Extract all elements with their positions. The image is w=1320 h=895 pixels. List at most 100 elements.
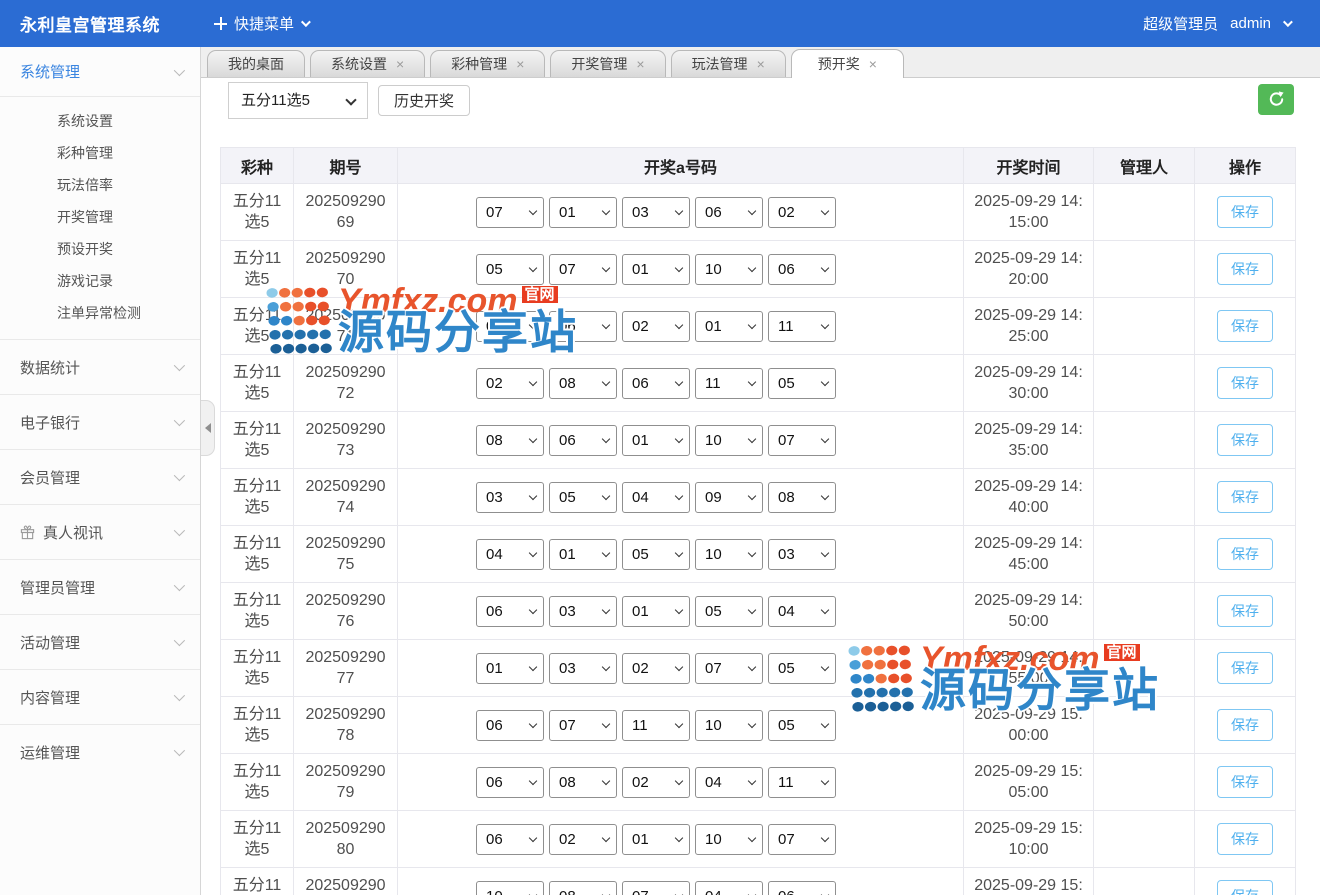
number-select[interactable]: 11 <box>768 767 836 798</box>
save-button[interactable]: 保存 <box>1217 367 1273 399</box>
number-select[interactable]: 07 <box>768 824 836 855</box>
number-select[interactable]: 01 <box>622 596 690 627</box>
number-select[interactable]: 10 <box>695 824 763 855</box>
number-select[interactable]: 06 <box>622 368 690 399</box>
number-select[interactable]: 04 <box>622 482 690 513</box>
number-select[interactable]: 11 <box>622 710 690 741</box>
save-button[interactable]: 保存 <box>1217 424 1273 456</box>
sidebar-group[interactable]: 运维管理 <box>0 724 200 779</box>
refresh-button[interactable] <box>1258 84 1294 115</box>
number-select[interactable]: 07 <box>476 197 544 228</box>
number-select[interactable]: 07 <box>768 425 836 456</box>
tab-item[interactable]: 玩法管理× <box>671 50 786 77</box>
tab-item[interactable]: 系统设置× <box>310 50 425 77</box>
save-button[interactable]: 保存 <box>1217 709 1273 741</box>
number-select[interactable]: 03 <box>549 596 617 627</box>
number-select[interactable]: 06 <box>476 596 544 627</box>
number-select[interactable]: 03 <box>768 539 836 570</box>
number-select[interactable]: 02 <box>476 368 544 399</box>
number-select[interactable]: 03 <box>476 482 544 513</box>
save-button[interactable]: 保存 <box>1217 538 1273 570</box>
number-select[interactable]: 02 <box>622 767 690 798</box>
number-select[interactable]: 06 <box>549 311 617 342</box>
number-select[interactable]: 01 <box>476 653 544 684</box>
number-select[interactable]: 06 <box>476 767 544 798</box>
number-select[interactable]: 04 <box>768 596 836 627</box>
sidebar-group[interactable]: 电子银行 <box>0 394 200 449</box>
quick-menu-button[interactable]: 快捷菜单 <box>214 13 308 34</box>
number-select[interactable]: 05 <box>476 311 544 342</box>
number-select[interactable]: 01 <box>622 254 690 285</box>
number-select[interactable]: 07 <box>549 710 617 741</box>
save-button[interactable]: 保存 <box>1217 196 1273 228</box>
number-select[interactable]: 06 <box>768 881 836 895</box>
save-button[interactable]: 保存 <box>1217 823 1273 855</box>
number-select[interactable]: 02 <box>768 197 836 228</box>
number-select[interactable]: 01 <box>695 311 763 342</box>
number-select[interactable]: 02 <box>622 311 690 342</box>
close-icon[interactable]: × <box>869 57 877 71</box>
number-select[interactable]: 06 <box>695 197 763 228</box>
number-select[interactable]: 05 <box>695 596 763 627</box>
number-select[interactable]: 10 <box>695 710 763 741</box>
number-select[interactable]: 04 <box>476 539 544 570</box>
number-select[interactable]: 10 <box>476 881 544 895</box>
tab-active[interactable]: 预开奖× <box>791 49 904 78</box>
number-select[interactable]: 05 <box>476 254 544 285</box>
number-select[interactable]: 08 <box>549 368 617 399</box>
save-button[interactable]: 保存 <box>1217 880 1273 895</box>
tab-item[interactable]: 开奖管理× <box>550 50 665 77</box>
sidebar-group[interactable]: 内容管理 <box>0 669 200 724</box>
number-select[interactable]: 02 <box>549 824 617 855</box>
number-select[interactable]: 05 <box>549 482 617 513</box>
sidebar-group[interactable]: 管理员管理 <box>0 559 200 614</box>
lottery-type-select[interactable]: 五分11选5 <box>228 82 368 119</box>
save-button[interactable]: 保存 <box>1217 766 1273 798</box>
number-select[interactable]: 08 <box>768 482 836 513</box>
number-select[interactable]: 08 <box>476 425 544 456</box>
close-icon[interactable]: × <box>516 57 524 71</box>
chevron-down-icon[interactable] <box>1283 17 1293 27</box>
number-select[interactable]: 02 <box>622 653 690 684</box>
sidebar-item[interactable]: 注单异常检测 <box>0 297 200 329</box>
close-icon[interactable]: × <box>757 57 765 71</box>
sidebar-item[interactable]: 系统设置 <box>0 105 200 137</box>
username-menu[interactable]: admin <box>1230 15 1271 32</box>
sidebar-group[interactable]: 真人视讯 <box>0 504 200 559</box>
number-select[interactable]: 07 <box>622 881 690 895</box>
sidebar-group[interactable]: 活动管理 <box>0 614 200 669</box>
sidebar-item[interactable]: 玩法倍率 <box>0 169 200 201</box>
number-select[interactable]: 06 <box>476 824 544 855</box>
number-select[interactable]: 07 <box>549 254 617 285</box>
number-select[interactable]: 01 <box>549 539 617 570</box>
sidebar-item[interactable]: 开奖管理 <box>0 201 200 233</box>
sidebar-group[interactable]: 系统管理 <box>0 47 200 96</box>
number-select[interactable]: 11 <box>695 368 763 399</box>
number-select[interactable]: 10 <box>695 254 763 285</box>
number-select[interactable]: 06 <box>549 425 617 456</box>
number-select[interactable]: 10 <box>695 539 763 570</box>
number-select[interactable]: 11 <box>768 311 836 342</box>
number-select[interactable]: 01 <box>622 425 690 456</box>
tab-item[interactable]: 彩种管理× <box>430 50 545 77</box>
close-icon[interactable]: × <box>396 57 404 71</box>
tab-item[interactable]: 我的桌面 <box>207 50 305 77</box>
save-button[interactable]: 保存 <box>1217 253 1273 285</box>
number-select[interactable]: 03 <box>549 653 617 684</box>
sidebar-group[interactable]: 数据统计 <box>0 339 200 394</box>
sidebar-item[interactable]: 彩种管理 <box>0 137 200 169</box>
number-select[interactable]: 10 <box>695 425 763 456</box>
sidebar-item[interactable]: 预设开奖 <box>0 233 200 265</box>
number-select[interactable]: 05 <box>768 653 836 684</box>
number-select[interactable]: 05 <box>768 368 836 399</box>
close-icon[interactable]: × <box>636 57 644 71</box>
number-select[interactable]: 03 <box>622 197 690 228</box>
sidebar-collapse-handle[interactable] <box>201 400 215 456</box>
sidebar-item[interactable]: 游戏记录 <box>0 265 200 297</box>
number-select[interactable]: 09 <box>695 482 763 513</box>
number-select[interactable]: 06 <box>476 710 544 741</box>
save-button[interactable]: 保存 <box>1217 652 1273 684</box>
save-button[interactable]: 保存 <box>1217 310 1273 342</box>
number-select[interactable]: 05 <box>768 710 836 741</box>
number-select[interactable]: 01 <box>549 197 617 228</box>
